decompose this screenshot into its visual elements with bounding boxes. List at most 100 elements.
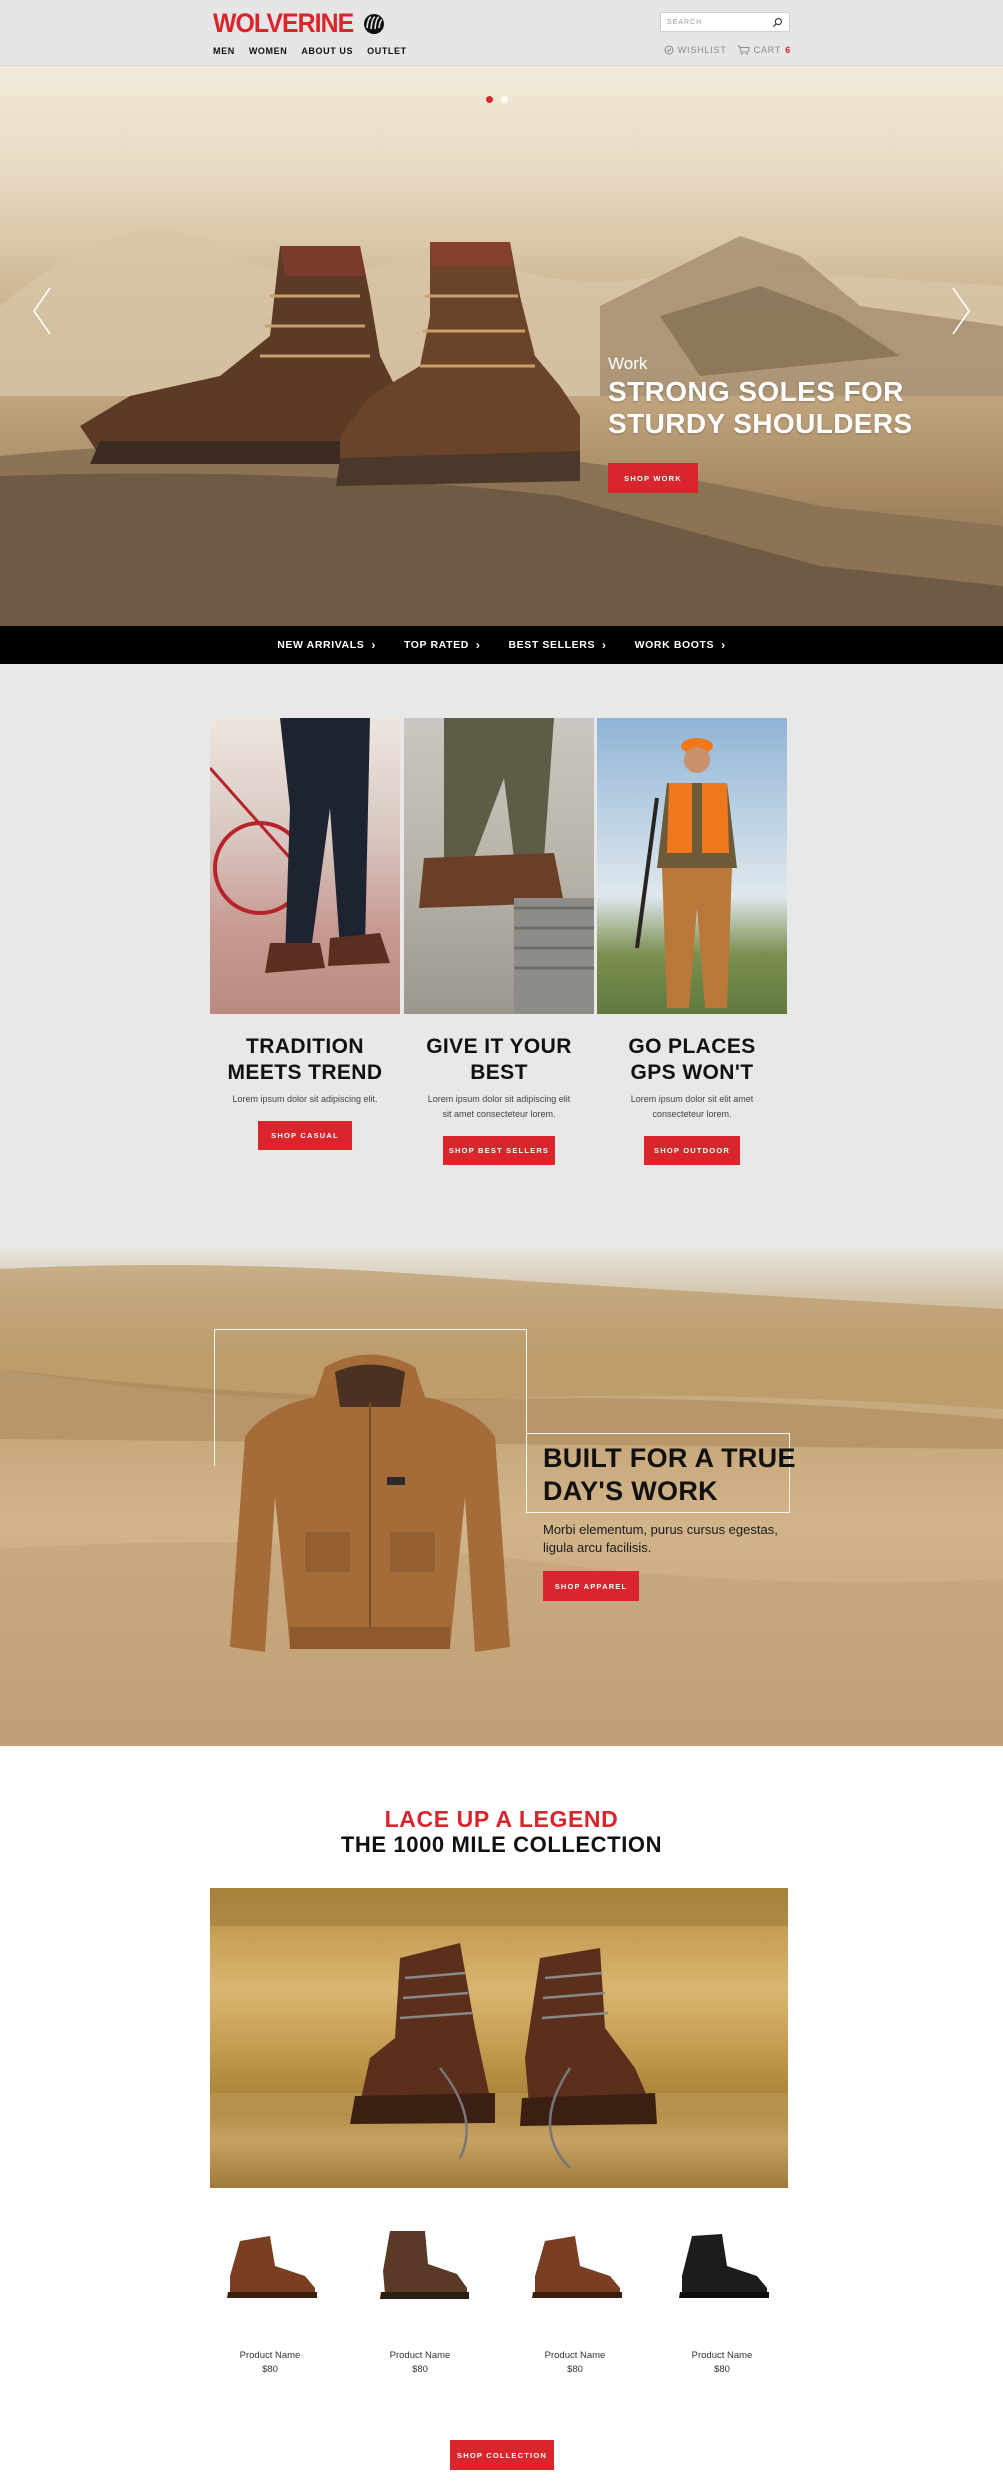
thousand-mile-boots-photo bbox=[210, 1888, 788, 2169]
category-bar: NEW ARRIVALS › TOP RATED › BEST SELLERS › W… bbox=[0, 626, 1003, 664]
tile-outdoor-text: Lorem ipsum dolor sit elit amet consecte… bbox=[630, 1094, 754, 1119]
product-row: Product Name $80 Product Name $80 Produc… bbox=[200, 2226, 800, 2375]
collection-hero-image[interactable] bbox=[210, 1888, 788, 2188]
cart-icon bbox=[737, 45, 750, 55]
casual-photo bbox=[210, 718, 390, 973]
category-label: NEW ARRIVALS bbox=[277, 639, 365, 651]
category-label: WORK BOOTS bbox=[634, 639, 715, 651]
utility-links: WISHLIST CART 6 bbox=[664, 45, 791, 55]
carousel-next-arrow-icon[interactable] bbox=[949, 286, 973, 336]
tile-casual-image[interactable] bbox=[210, 718, 400, 1014]
apparel-title-line-2: DAY'S WORK bbox=[543, 1476, 718, 1506]
tile-title-line: MEETS TREND bbox=[227, 1061, 383, 1084]
tile-best-sellers-title: GIVE IT YOUR BEST bbox=[404, 1034, 594, 1086]
hero-title: STRONG SOLES FOR STURDY SHOULDERS bbox=[608, 376, 928, 440]
apparel-description: Morbi elementum, purus cursus egestas, l… bbox=[543, 1522, 778, 1555]
hero-eyebrow: Work bbox=[608, 354, 648, 373]
product-name: Product Name bbox=[544, 2350, 606, 2361]
boot-thumbnail bbox=[380, 2231, 469, 2299]
nav-about-us[interactable]: ABOUT US bbox=[301, 46, 353, 56]
tile-outdoor-image[interactable] bbox=[597, 718, 787, 1014]
product-price: $80 bbox=[567, 2364, 583, 2375]
tile-title-line: TRADITION bbox=[246, 1035, 364, 1058]
chevron-right-icon: › bbox=[371, 638, 376, 652]
tile-best-sellers-text: Lorem ipsum dolor sit adipiscing elit si… bbox=[427, 1094, 571, 1119]
tile-title-line: GIVE IT YOUR bbox=[426, 1035, 572, 1058]
carousel-prev-arrow-icon[interactable] bbox=[30, 286, 54, 336]
boot-thumbnail bbox=[227, 2236, 317, 2298]
site-header: WOLVERINE MEN WOMEN ABOUT US OUTLET WISH… bbox=[0, 0, 1003, 66]
hero-title-line-2: STURDY SHOULDERS bbox=[608, 408, 913, 439]
chevron-right-icon: › bbox=[602, 638, 607, 652]
canvas-jacket-photo bbox=[230, 1354, 510, 1652]
apparel-title: BUILT FOR A TRUE DAY'S WORK bbox=[543, 1442, 796, 1508]
tile-best-sellers: GIVE IT YOUR BEST Lorem ipsum dolor sit … bbox=[404, 718, 594, 1165]
product-name: Product Name bbox=[691, 2350, 753, 2361]
tile-title-line: GO PLACES bbox=[628, 1035, 756, 1058]
collection-section: LACE UP A LEGEND THE 1000 MILE COLLECTIO… bbox=[0, 1746, 1003, 2485]
shop-best-sellers-button[interactable]: SHOP BEST SELLERS bbox=[443, 1136, 555, 1165]
tile-casual: TRADITION MEETS TREND Lorem ipsum dolor … bbox=[210, 718, 400, 1150]
tile-title-line: BEST bbox=[470, 1061, 528, 1084]
wishlist-label: WISHLIST bbox=[677, 45, 727, 55]
shop-outdoor-button[interactable]: SHOP OUTDOOR bbox=[644, 1136, 740, 1165]
wolverine-logo[interactable]: WOLVERINE bbox=[213, 8, 390, 38]
product-price: $80 bbox=[262, 2364, 278, 2375]
cart-label: CART bbox=[753, 45, 782, 55]
shop-collection-button[interactable]: SHOP COLLECTION bbox=[450, 2440, 554, 2470]
carousel-dot-1[interactable] bbox=[486, 96, 493, 103]
tile-title-line: GPS WON'T bbox=[630, 1061, 754, 1084]
work-boots-photo bbox=[80, 242, 580, 486]
nav-outlet[interactable]: OUTLET bbox=[367, 46, 407, 56]
product-price: $80 bbox=[714, 2364, 730, 2375]
product-name: Product Name bbox=[389, 2350, 451, 2361]
shop-work-button[interactable]: SHOP WORK bbox=[608, 463, 698, 493]
shop-casual-button[interactable]: SHOP CASUAL bbox=[258, 1121, 352, 1150]
search-icon[interactable] bbox=[772, 17, 783, 28]
product-card[interactable]: Product Name $80 bbox=[662, 2226, 782, 2375]
nav-women[interactable]: WOMEN bbox=[249, 46, 288, 56]
chevron-right-icon: › bbox=[721, 638, 726, 652]
product-name: Product Name bbox=[239, 2350, 301, 2361]
apparel-title-line-1: BUILT FOR A TRUE bbox=[543, 1443, 796, 1473]
carousel-dot-2[interactable] bbox=[501, 96, 508, 103]
product-card[interactable]: Product Name $80 bbox=[360, 2226, 480, 2375]
product-card[interactable]: Product Name $80 bbox=[210, 2226, 330, 2375]
outdoor-photo bbox=[635, 738, 737, 1008]
category-label: TOP RATED bbox=[403, 639, 469, 651]
category-best-sellers[interactable]: BEST SELLERS › bbox=[509, 638, 607, 652]
search-box[interactable] bbox=[660, 12, 790, 32]
hero-carousel: Work STRONG SOLES FOR STURDY SHOULDERS S… bbox=[0, 66, 1003, 626]
category-top-rated[interactable]: TOP RATED › bbox=[404, 638, 481, 652]
brand-wordmark: WOLVERINE bbox=[213, 7, 354, 38]
cart-count-badge: 6 bbox=[785, 45, 791, 55]
best-sellers-photo bbox=[419, 718, 594, 1014]
collection-kicker: LACE UP A LEGEND bbox=[384, 1806, 619, 1832]
tile-casual-title: TRADITION MEETS TREND bbox=[210, 1034, 400, 1086]
apparel-banner: BUILT FOR A TRUE DAY'S WORK Morbi elemen… bbox=[0, 1249, 1003, 1746]
collection-title: THE 1000 MILE COLLECTION bbox=[340, 1832, 663, 1857]
category-new-arrivals[interactable]: NEW ARRIVALS › bbox=[277, 638, 376, 652]
boot-thumbnail bbox=[532, 2236, 622, 2298]
category-work-boots[interactable]: WORK BOOTS › bbox=[635, 638, 726, 652]
boot-thumbnail bbox=[679, 2234, 769, 2298]
product-card[interactable]: Product Name $80 bbox=[515, 2226, 635, 2375]
feature-tiles-section: TRADITION MEETS TREND Lorem ipsum dolor … bbox=[0, 664, 1003, 1249]
tile-outdoor-title: GO PLACES GPS WON'T bbox=[597, 1034, 787, 1086]
nav-men[interactable]: MEN bbox=[213, 46, 235, 56]
main-nav: MEN WOMEN ABOUT US OUTLET bbox=[213, 46, 407, 56]
tile-casual-text: Lorem ipsum dolor sit adipiscing elit. bbox=[232, 1094, 378, 1104]
tile-best-sellers-image[interactable] bbox=[404, 718, 594, 1014]
wishlist-icon bbox=[664, 45, 674, 55]
chevron-right-icon: › bbox=[475, 638, 481, 652]
product-price: $80 bbox=[412, 2364, 428, 2375]
wishlist-link[interactable]: WISHLIST bbox=[664, 45, 727, 55]
tile-outdoor: GO PLACES GPS WON'T Lorem ipsum dolor si… bbox=[597, 718, 787, 1165]
category-label: BEST SELLERS bbox=[508, 639, 596, 651]
hero-title-line-1: STRONG SOLES FOR bbox=[608, 376, 904, 407]
claw-logo-icon bbox=[363, 14, 384, 34]
search-input[interactable] bbox=[667, 18, 767, 26]
cart-link[interactable]: CART 6 bbox=[737, 45, 791, 55]
carousel-indicators bbox=[486, 96, 508, 103]
shop-apparel-button[interactable]: SHOP APPAREL bbox=[543, 1571, 639, 1601]
